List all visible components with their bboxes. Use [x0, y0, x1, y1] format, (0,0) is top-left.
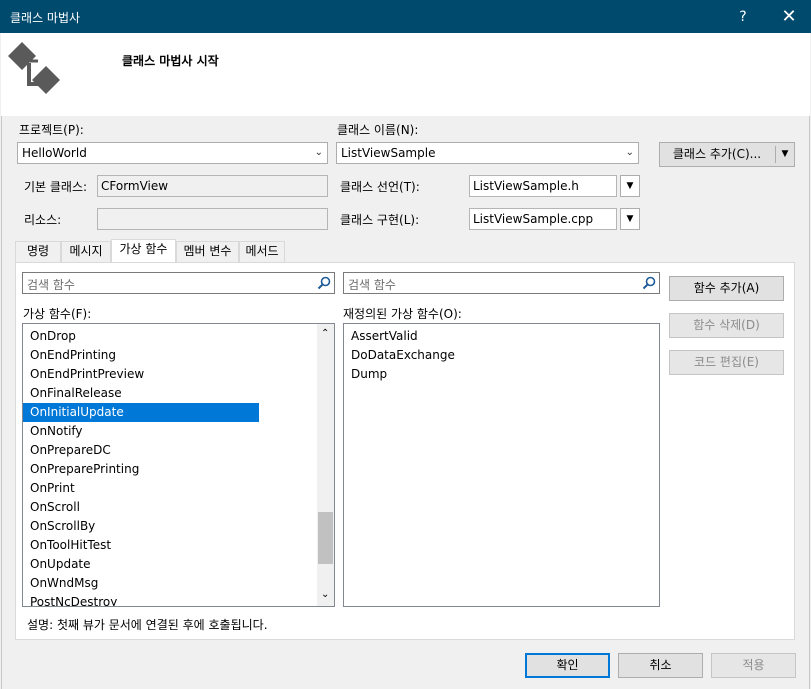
- window-title: 클래스 마법사: [10, 11, 81, 25]
- base-class-field: CFormView: [97, 175, 328, 197]
- project-value: HelloWorld: [22, 146, 87, 160]
- scroll-down-icon[interactable]: ⌄: [321, 589, 329, 600]
- tab-member-variables[interactable]: 멤버 변수: [176, 241, 239, 262]
- vertical-scrollbar[interactable]: ⌃ ⌄: [317, 324, 334, 606]
- help-button[interactable]: ?: [728, 4, 758, 30]
- add-class-label: 클래스 추가(C)...: [672, 147, 762, 161]
- project-combo[interactable]: HelloWorld ⌄: [17, 142, 328, 164]
- list-item[interactable]: OnEndPrintPreview: [23, 365, 259, 384]
- class-name-value: ListViewSample: [341, 146, 436, 160]
- search-icon[interactable]: [642, 276, 656, 290]
- edit-code-button[interactable]: 코드 편집(E): [669, 350, 784, 375]
- tab-methods[interactable]: 메서드: [239, 241, 285, 262]
- class-decl-dropdown[interactable]: ▼: [620, 175, 640, 197]
- resource-field: [97, 208, 328, 230]
- list-item[interactable]: OnUpdate: [23, 555, 259, 574]
- scrollbar-thumb[interactable]: [318, 512, 333, 564]
- class-impl-field[interactable]: ListViewSample.cpp: [469, 208, 617, 230]
- class-decl-field[interactable]: ListViewSample.h: [469, 175, 617, 197]
- overridden-functions-list[interactable]: AssertValid DoDataExchange Dump: [343, 323, 660, 607]
- ok-button[interactable]: 확인: [525, 653, 610, 678]
- search-icon[interactable]: [317, 276, 331, 290]
- virtual-function-search-input[interactable]: 검색 함수: [22, 272, 335, 294]
- list-item[interactable]: OnEndPrinting: [23, 346, 259, 365]
- search-placeholder: 검색 함수: [27, 278, 75, 292]
- list-item[interactable]: Dump: [344, 365, 644, 384]
- project-label: 프로젝트(P):: [19, 123, 84, 137]
- title-bar: 클래스 마법사 ? ✕: [0, 0, 811, 33]
- header-title: 클래스 마법사 시작: [122, 54, 219, 68]
- resource-label: 리소스:: [24, 213, 62, 227]
- cancel-button[interactable]: 취소: [618, 653, 703, 678]
- tab-commands[interactable]: 명령: [15, 241, 61, 262]
- class-impl-label: 클래스 구현(L):: [340, 213, 420, 227]
- virtual-functions-list[interactable]: OnDrop OnEndPrinting OnEndPrintPreview OnFi…: [22, 323, 335, 607]
- description-text: 설명: 첫째 뷰가 문서에 연결된 후에 호출됩니다.: [27, 618, 268, 632]
- list-item[interactable]: OnInitialUpdate: [23, 403, 259, 422]
- list-item[interactable]: OnPrint: [23, 479, 259, 498]
- class-name-combo[interactable]: ListViewSample ⌄: [336, 142, 639, 164]
- list-item[interactable]: OnFinalRelease: [23, 384, 259, 403]
- close-button[interactable]: ✕: [772, 4, 806, 30]
- add-function-button[interactable]: 함수 추가(A): [669, 276, 784, 301]
- class-decl-label: 클래스 선언(T):: [340, 180, 420, 194]
- virtual-functions-label: 가상 함수(F):: [23, 307, 92, 321]
- tab-messages[interactable]: 메시지: [61, 241, 111, 262]
- list-item[interactable]: OnScroll: [23, 498, 259, 517]
- search-placeholder: 검색 함수: [348, 278, 396, 292]
- list-item[interactable]: OnDrop: [23, 327, 259, 346]
- overridden-functions-label: 재정의된 가상 함수(O):: [343, 307, 462, 321]
- class-impl-dropdown[interactable]: ▼: [620, 208, 640, 230]
- base-class-label: 기본 클래스:: [24, 180, 88, 194]
- delete-function-button[interactable]: 함수 삭제(D): [669, 313, 784, 338]
- scroll-up-icon[interactable]: ⌃: [321, 328, 329, 339]
- chevron-down-icon: ⌄: [625, 147, 634, 158]
- list-item[interactable]: OnPrepareDC: [23, 441, 259, 460]
- list-item[interactable]: OnPreparePrinting: [23, 460, 259, 479]
- list-item[interactable]: DoDataExchange: [344, 346, 644, 365]
- class-name-label: 클래스 이름(N):: [337, 123, 419, 137]
- list-item[interactable]: PostNcDestroy: [23, 593, 259, 606]
- list-item[interactable]: OnToolHitTest: [23, 536, 259, 555]
- list-item[interactable]: AssertValid: [344, 327, 644, 346]
- tab-virtual-functions[interactable]: 가상 함수: [111, 239, 176, 263]
- apply-button[interactable]: 적용: [711, 653, 796, 678]
- add-class-button[interactable]: 클래스 추가(C)... ▼: [659, 142, 795, 167]
- overridden-function-search-input[interactable]: 검색 함수: [343, 272, 660, 294]
- chevron-down-icon: ⌄: [314, 147, 323, 158]
- list-item[interactable]: OnScrollBy: [23, 517, 259, 536]
- list-item[interactable]: OnWndMsg: [23, 574, 259, 593]
- wizard-header: 클래스 마법사 시작: [1, 33, 810, 116]
- list-item[interactable]: OnNotify: [23, 422, 259, 441]
- dropdown-arrow-icon[interactable]: ▼: [778, 143, 792, 166]
- class-wizard-logo-icon: [8, 42, 60, 94]
- split-divider: [775, 146, 776, 163]
